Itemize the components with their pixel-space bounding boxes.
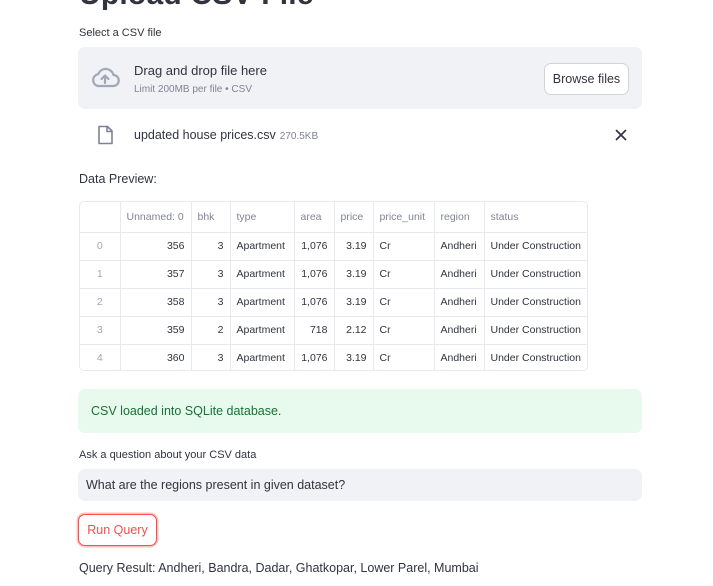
table-cell: Cr (373, 344, 435, 370)
table-cell: Under Construction (484, 232, 587, 261)
table-cell: 359 (120, 316, 192, 345)
table-row: 3 359 2 Apartment 718 2.12 Cr Andheri Un… (80, 316, 587, 345)
question-input-value: What are the regions present in given da… (86, 478, 346, 492)
table-cell: 3 (191, 260, 231, 289)
table-cell: Under Construction (490, 352, 581, 365)
row-index: 2 (80, 288, 121, 317)
table-cell: Cr (373, 232, 435, 261)
table-header-row: Unnamed: 0 bhk type area price price_uni… (80, 202, 587, 233)
table-cell: Andheri (434, 316, 485, 345)
table-cell: 1,076 (294, 260, 335, 289)
table-row: 4 360 3 Apartment 1,076 3.19 Cr Andheri … (80, 344, 587, 370)
close-icon[interactable] (614, 128, 628, 142)
table-cell: 2.12 (334, 316, 374, 345)
table-cell: 3.19 (334, 344, 374, 370)
row-index: 0 (80, 232, 121, 261)
table-cell: Under Construction (484, 260, 587, 289)
run-query-button[interactable]: Run Query (78, 514, 157, 546)
table-row: 2 358 3 Apartment 1,076 3.19 Cr Andheri … (80, 288, 587, 317)
table-cell: 3.19 (334, 288, 374, 317)
data-preview-label: Data Preview: (79, 172, 157, 186)
row-index: 4 (80, 344, 121, 370)
cloud-upload-icon (92, 67, 120, 88)
row-index: 1 (80, 260, 121, 289)
table-cell: Andheri (434, 344, 485, 370)
column-header[interactable]: price (334, 202, 374, 233)
table-cell: Cr (373, 288, 435, 317)
table-cell: Apartment (230, 316, 295, 345)
table-cell: Apartment (230, 344, 295, 370)
table-cell: 356 (120, 232, 192, 261)
dropzone-limit: Limit 200MB per file • CSV (134, 84, 252, 95)
table-cell: Apartment (230, 260, 295, 289)
column-header[interactable]: area (294, 202, 335, 233)
uploaded-file-name: updated house prices.csv 270.5KB (134, 128, 318, 142)
table-cell: 1,076 (294, 288, 335, 317)
table-cell: Under Construction (484, 288, 587, 317)
question-input[interactable]: What are the regions present in given da… (78, 469, 642, 501)
table-cell: 357 (120, 260, 192, 289)
file-dropzone[interactable]: Drag and drop file here Limit 200MB per … (78, 47, 642, 109)
table-cell: 358 (120, 288, 192, 317)
table-cell: 2 (191, 316, 231, 345)
table-cell: 3 (191, 344, 231, 370)
table-cell: Andheri (434, 232, 485, 261)
table-cell: Andheri (434, 260, 485, 289)
dropzone-instructions: Drag and drop file here (134, 63, 267, 78)
column-header[interactable]: type (230, 202, 295, 233)
file-size: 270.5KB (279, 131, 319, 142)
table-cell: Apartment (230, 288, 295, 317)
column-header[interactable]: Unnamed: 0 (120, 202, 192, 233)
table-cell: Cr (373, 316, 435, 345)
table-cell: 3 (191, 232, 231, 261)
column-header[interactable]: price_unit (373, 202, 435, 233)
table-cell: Under Construction (484, 316, 587, 345)
table-cell: Andheri (434, 288, 485, 317)
query-result: Query Result: Andheri, Bandra, Dadar, Gh… (79, 561, 479, 575)
column-header[interactable] (80, 202, 121, 233)
file-name-text: updated house prices.csv (134, 128, 276, 142)
table-cell: 360 (120, 344, 192, 370)
table-cell: Cr (373, 260, 435, 289)
success-alert: CSV loaded into SQLite database. (78, 389, 642, 433)
table-row: 1 357 3 Apartment 1,076 3.19 Cr Andheri … (80, 260, 587, 289)
table-cell: 3 (191, 288, 231, 317)
browse-files-button[interactable]: Browse files (544, 63, 629, 95)
column-header[interactable]: status (484, 202, 587, 233)
uploader-label: Select a CSV file (79, 27, 162, 39)
table-cell: 1,076 (294, 232, 335, 261)
table-cell: 3.19 (334, 232, 374, 261)
row-index: 3 (80, 316, 121, 345)
success-message: CSV loaded into SQLite database. (91, 404, 282, 418)
table-row: 0 356 3 Apartment 1,076 3.19 Cr Andheri … (80, 232, 587, 261)
page-title: Upload CSV File (79, 0, 314, 12)
table-cell: 718 (294, 316, 335, 345)
uploaded-file-row: updated house prices.csv 270.5KB (78, 120, 642, 152)
table-cell: 3.19 (334, 260, 374, 289)
question-label: Ask a question about your CSV data (79, 449, 257, 461)
data-preview-table[interactable]: Unnamed: 0 bhk type area price price_uni… (79, 201, 588, 371)
column-header[interactable]: bhk (191, 202, 231, 233)
table-cell: 1,076 (294, 344, 335, 370)
column-header[interactable]: region (434, 202, 485, 233)
file-icon (98, 125, 113, 145)
table-cell: Apartment (230, 232, 295, 261)
